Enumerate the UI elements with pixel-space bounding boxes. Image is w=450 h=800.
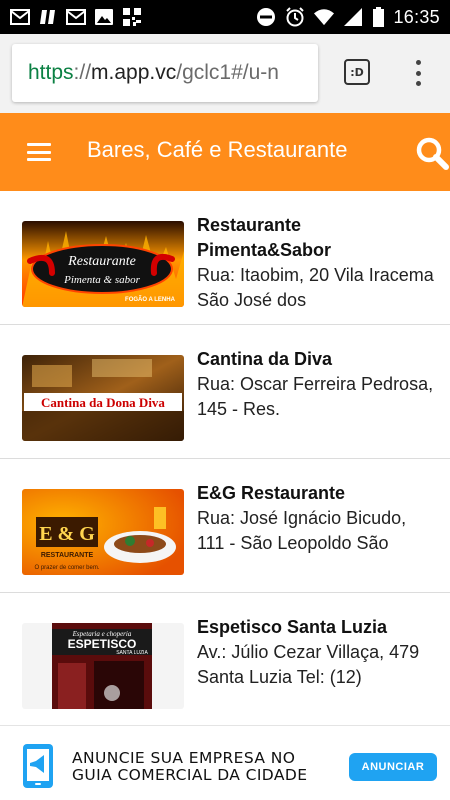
thumb-text: O prazer de comer bem. [34,565,99,571]
hamburger-menu-icon[interactable] [27,143,51,161]
phone-megaphone-icon [22,743,56,789]
url-separator: :// [73,61,92,84]
ad-line-1: ANUNCIE SUA EMPRESA NO [72,749,296,767]
listing-text: Restaurante Pimenta&Sabor Rua: Itaobim, … [197,213,437,313]
listing-list: Restaurante Pimenta & sabor FOGÃO A LENH… [0,191,450,725]
thumb-text: SANTA LUZIA [116,650,148,656]
anunciar-button[interactable]: ANUNCIAR [349,753,437,781]
listing-address: Rua: Itaobim, 20 Vila Iracema São José d… [197,265,434,310]
listing-item[interactable]: Restaurante Pimenta & sabor FOGÃO A LENH… [0,191,450,325]
app-screen: 16:35 https://m.app.vc/gclc1#/u-n :D Bar… [0,0,450,800]
gmail-icon [10,8,30,26]
thumb-text: Cantina da Dona Diva [41,395,165,410]
do-not-disturb-icon [256,8,276,26]
browser-menu-icon[interactable] [410,58,426,88]
listing-thumbnail: Espetaria e choperia ESPETISCO SANTA LUZ… [22,623,184,709]
browser-toolbar: https://m.app.vc/gclc1#/u-n :D [0,34,450,113]
url-path: /gclc1#/u-n [176,61,279,84]
battery-icon [372,7,384,27]
listing-name: Restaurante Pimenta&Sabor [197,215,332,260]
listing-thumbnail: Cantina da Dona Diva [22,355,184,441]
ad-banner[interactable]: ANUNCIE SUA EMPRESA NO GUIA COMERCIAL DA… [0,725,450,800]
listing-name: E&G Restaurante [197,483,346,503]
search-icon[interactable] [414,135,450,171]
listing-text: E&G Restaurante Rua: José Ignácio Bicudo… [197,481,437,556]
listing-thumbnail: E & G RESTAURANTE O prazer de comer bem. [22,489,184,575]
ad-line-2: GUIA COMERCIAL DA CIDADE [72,766,308,784]
status-time: 16:35 [393,6,440,27]
thumb-text: ESPETISCO [68,637,137,651]
tab-switcher-button[interactable]: :D [344,59,370,85]
thumb-text: RESTAURANTE [41,552,94,559]
listing-item[interactable]: Espetaria e choperia ESPETISCO SANTA LUZ… [0,593,450,725]
thumb-text: E & G [39,523,95,545]
wifi-icon [314,8,335,26]
gmail-icon [66,8,86,26]
signal-icon [343,8,363,26]
tab-switcher-label: :D [350,65,364,79]
listing-address: Rua: José Ignácio Bicudo, 111 - São Leop… [197,508,407,553]
listing-thumbnail: Restaurante Pimenta & sabor FOGÃO A LENH… [22,221,184,307]
image-icon [94,8,114,26]
listing-name: Cantina da Diva [197,349,333,369]
alarm-icon [285,7,305,27]
listing-address: Rua: Oscar Ferreira Pedrosa, 145 - Res. [197,374,434,419]
app-header: Bares, Café e Restaurante [0,113,450,191]
url-bar[interactable]: https://m.app.vc/gclc1#/u-n [12,44,318,102]
thumb-text: FOGÃO A LENHA [125,296,176,303]
app-icon [38,8,58,26]
ad-text: ANUNCIE SUA EMPRESA NO GUIA COMERCIAL DA… [72,750,307,784]
url-scheme: https [28,61,74,84]
status-bar: 16:35 [0,0,450,34]
qr-icon [122,8,142,26]
listing-item[interactable]: E & G RESTAURANTE O prazer de comer bem.… [0,459,450,593]
thumb-text: Restaurante [67,254,136,269]
thumb-text: Pimenta & sabor [63,274,140,286]
page-title: Bares, Café e Restaurante [87,137,348,162]
listing-address: Av.: Júlio Cezar Villaça, 479 Santa Luzi… [197,642,420,687]
listing-name: Espetisco Santa Luzia [197,617,388,637]
url-host: m.app.vc [91,61,177,84]
listing-text: Espetisco Santa Luzia Av.: Júlio Cezar V… [197,615,437,690]
listing-item[interactable]: Cantina da Dona Diva Cantina da Diva Rua… [0,325,450,459]
listing-text: Cantina da Diva Rua: Oscar Ferreira Pedr… [197,347,437,422]
